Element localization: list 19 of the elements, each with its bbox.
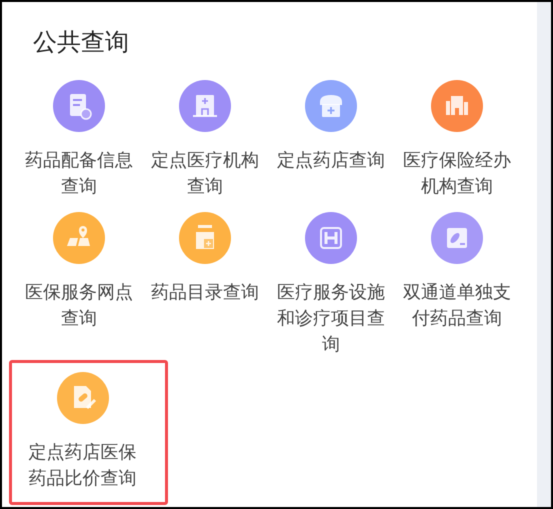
query-item[interactable]: 医疗保险经办机构查询: [394, 70, 520, 202]
query-item[interactable]: 定点药店查询: [268, 70, 394, 202]
item-label: 药品配备信息查询: [24, 149, 134, 199]
item-label: 医疗服务设施和诊疗项目查询: [276, 281, 386, 357]
item-label: 双通道单独支付药品查询: [402, 281, 512, 331]
item-label: 医疗保险经办机构查询: [402, 149, 512, 199]
item-label: 定点医疗机构查询: [150, 149, 260, 199]
query-item[interactable]: 双通道单独支付药品查询: [394, 202, 520, 360]
item-label: 药品目录查询: [150, 281, 260, 305]
highlighted-query-item[interactable]: 定点药店医保药品比价查询: [9, 360, 168, 505]
query-item[interactable]: 药品配备信息查询: [16, 70, 142, 202]
query-item[interactable]: 医保服务网点查询: [16, 202, 142, 360]
item-label: 定点药店查询: [276, 149, 386, 173]
query-item[interactable]: 医疗服务设施和诊疗项目查询: [268, 202, 394, 360]
section-title: 公共查询: [33, 27, 130, 58]
item-label: 定点药店医保药品比价查询: [28, 441, 138, 491]
query-item[interactable]: 药品目录查询: [142, 202, 268, 360]
item-label: 医保服务网点查询: [24, 281, 134, 331]
query-item[interactable]: 定点医疗机构查询: [142, 70, 268, 202]
